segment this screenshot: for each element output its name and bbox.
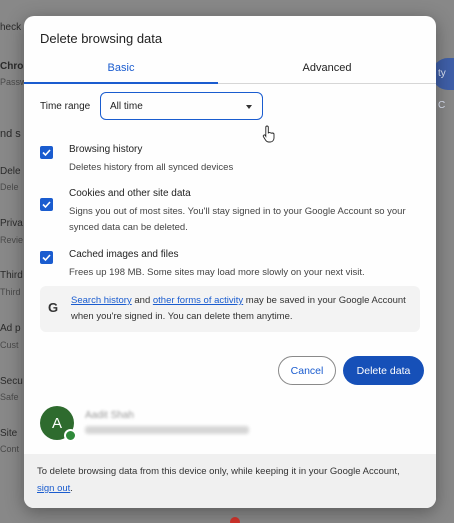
- time-range-select[interactable]: All time: [100, 92, 263, 120]
- bg-text: Site: [0, 428, 18, 439]
- checkbox-browsing-history[interactable]: [40, 146, 53, 159]
- google-icon: G: [48, 300, 59, 315]
- info-text: Search history and other forms of activi…: [71, 293, 411, 325]
- other-activity-link[interactable]: other forms of activity: [153, 295, 243, 306]
- cancel-button[interactable]: Cancel: [278, 356, 336, 385]
- delete-data-button[interactable]: Delete data: [343, 356, 424, 385]
- option-title: Cached images and files: [69, 249, 179, 260]
- option-title: Browsing history: [69, 144, 143, 155]
- bg-text: Revie: [0, 235, 24, 245]
- bg-text: Priva: [0, 218, 23, 229]
- checkmark-icon: [42, 201, 51, 209]
- tab-advanced[interactable]: Advanced: [218, 60, 436, 84]
- checkbox-cookies[interactable]: [40, 198, 53, 211]
- footer-text: To delete browsing data from this device…: [37, 463, 417, 497]
- bg-text: Passw: [0, 77, 27, 87]
- checkbox-cached-images[interactable]: [40, 251, 53, 264]
- option-title: Cookies and other site data: [69, 188, 191, 199]
- bg-text: heck: [0, 22, 22, 33]
- dropdown-arrow-icon: [246, 105, 252, 109]
- tab-basic[interactable]: Basic: [24, 60, 218, 84]
- checkmark-icon: [42, 149, 51, 157]
- bg-text: Dele: [0, 182, 19, 192]
- google-activity-info-box: G Search history and other forms of acti…: [40, 286, 420, 332]
- time-range-value: All time: [110, 100, 143, 112]
- account-name: Aadit Shah: [85, 410, 134, 421]
- account-row: A Aadit Shah: [40, 406, 420, 446]
- bg-text: Ad p: [0, 323, 21, 334]
- option-cookies: Cookies and other site data Signs you ou…: [40, 188, 420, 240]
- delete-browsing-data-dialog: Delete browsing data Basic Advanced Time…: [24, 16, 436, 508]
- bg-text: nd s: [0, 128, 21, 140]
- bg-red-dot: [230, 517, 240, 523]
- sign-out-link[interactable]: sign out: [37, 483, 70, 494]
- time-range-label: Time range: [40, 100, 91, 112]
- option-cached-images: Cached images and files Frees up 198 MB.…: [40, 249, 420, 285]
- hand-cursor-icon: [262, 125, 275, 143]
- bg-text: Secu: [0, 376, 23, 387]
- avatar: A: [40, 406, 77, 442]
- time-range-row: Time range All time: [40, 92, 263, 120]
- dialog-footer: To delete browsing data from this device…: [24, 454, 436, 508]
- bg-text: Safe: [0, 392, 19, 402]
- option-browsing-history: Browsing history Deletes history from al…: [40, 144, 420, 180]
- tab-bar: Basic Advanced: [24, 60, 436, 84]
- bg-text: Third: [0, 287, 21, 297]
- footer-text-end: .: [70, 483, 73, 494]
- avatar-initial: A: [51, 414, 62, 432]
- option-description: Frees up 198 MB. Some sites may load mor…: [69, 267, 365, 278]
- search-history-link[interactable]: Search history: [71, 295, 132, 306]
- sync-badge-icon: [64, 429, 77, 442]
- bg-text: Third: [0, 270, 23, 281]
- tab-selected-indicator: [24, 82, 218, 84]
- dialog-title: Delete browsing data: [40, 31, 163, 46]
- bg-text: Cust: [0, 340, 19, 350]
- bg-text: Cont: [0, 444, 20, 454]
- bg-text: Dele: [0, 166, 21, 177]
- option-description: Deletes history from all synced devices: [69, 162, 234, 173]
- option-description: Signs you out of most sites. You'll stay…: [69, 206, 406, 233]
- info-text-mid: and: [131, 295, 153, 306]
- checkmark-icon: [42, 254, 51, 262]
- account-email-redacted: [85, 426, 249, 434]
- footer-text-main: To delete browsing data from this device…: [37, 466, 400, 477]
